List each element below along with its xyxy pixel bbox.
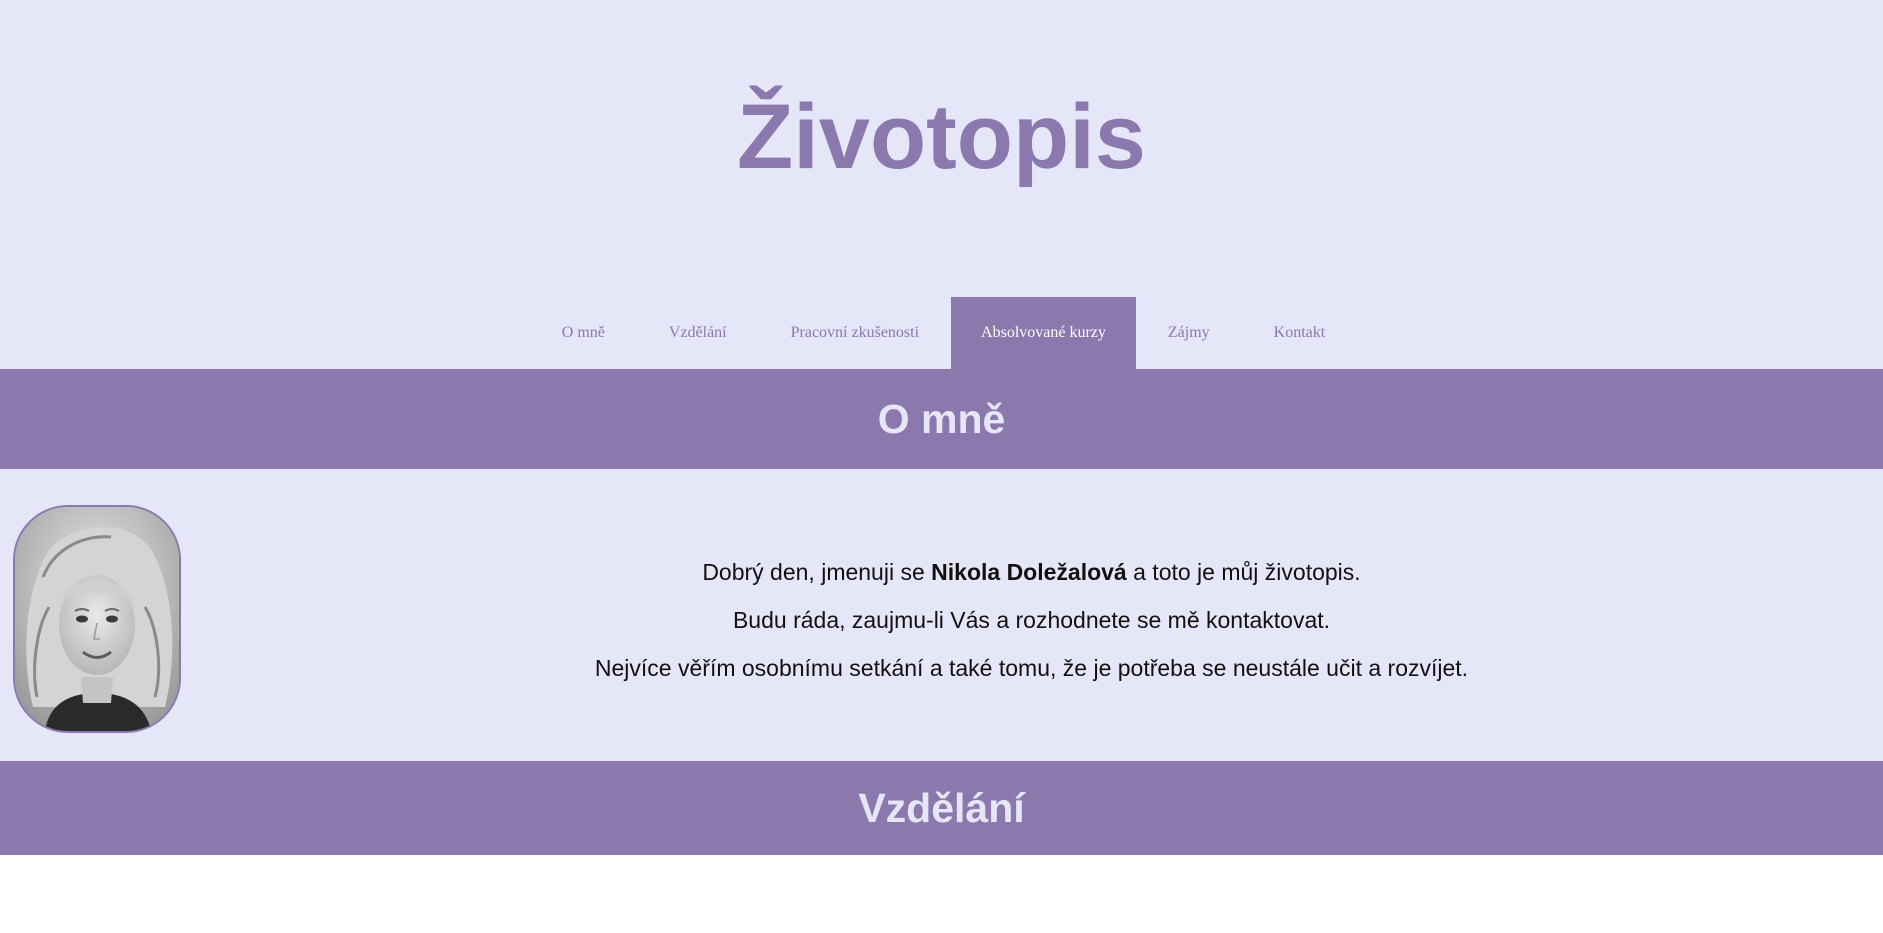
portrait-photo — [15, 507, 179, 731]
about-contact-line: Budu ráda, zaujmu-li Vás a rozhodnete se… — [732, 607, 1331, 633]
about-section: O mně Dobrý den, jmenuji se Nikola Dolež… — [0, 369, 1883, 761]
education-section: Vzdělání — [0, 761, 1883, 933]
intro-text-before: Dobrý den, jmenuji se — [702, 559, 932, 585]
about-values-line: Nejvíce věřím osobnímu setkání a také to… — [594, 655, 1469, 681]
page-header: Životopis O mně Vzdělání Pracovní zkušen… — [0, 0, 1883, 369]
about-intro-line: Dobrý den, jmenuji se Nikola Doležalová … — [180, 548, 1883, 596]
page-title: Životopis — [737, 86, 1146, 188]
nav-item-vzdelani[interactable]: Vzdělání — [637, 297, 759, 369]
nav-item-absolvovane-kurzy[interactable]: Absolvované kurzy — [951, 297, 1136, 369]
about-body: Dobrý den, jmenuji se Nikola Doležalová … — [0, 469, 1883, 761]
nav-item-zajmy[interactable]: Zájmy — [1136, 297, 1242, 369]
about-section-header: O mně — [0, 369, 1883, 469]
about-text: Dobrý den, jmenuji se Nikola Doležalová … — [180, 548, 1883, 692]
nav-item-o-mne[interactable]: O mně — [530, 297, 637, 369]
education-body — [0, 855, 1883, 933]
nav-item-pracovni-zkusenosti[interactable]: Pracovní zkušenosti — [759, 297, 951, 369]
about-section-title: O mně — [877, 395, 1006, 442]
education-section-title: Vzdělání — [858, 784, 1025, 831]
nav-item-kontakt[interactable]: Kontakt — [1242, 297, 1358, 369]
main-nav: O mně Vzdělání Pracovní zkušenosti Absol… — [0, 297, 1883, 369]
intro-text-after: a toto je můj životopis. — [1126, 559, 1361, 585]
education-section-header: Vzdělání — [0, 761, 1883, 855]
person-name: Nikola Doležalová — [931, 559, 1127, 585]
avatar — [13, 505, 181, 733]
